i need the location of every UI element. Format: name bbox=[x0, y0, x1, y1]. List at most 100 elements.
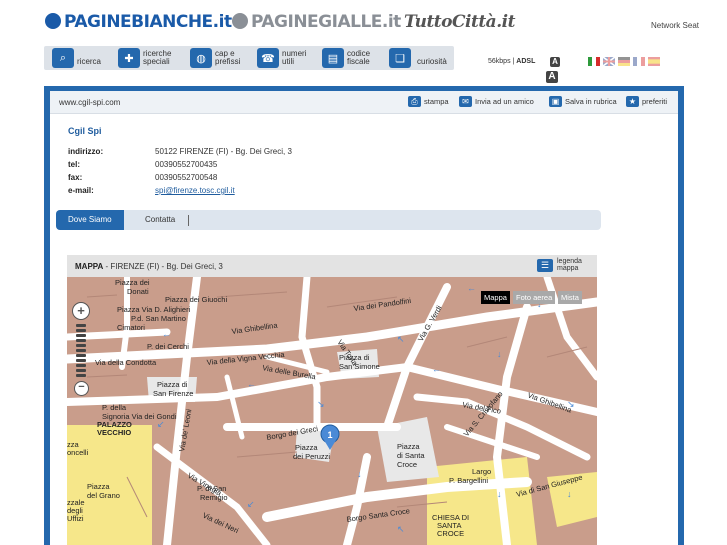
svg-text:↘: ↘ bbox=[317, 399, 325, 409]
map-label-uffizi-2: oncelli bbox=[67, 448, 89, 457]
map-type-foto-aerea[interactable]: Foto aerea bbox=[513, 291, 556, 304]
svg-text:↘: ↘ bbox=[567, 399, 575, 409]
tab-dove-siamo[interactable]: Dove Siamo bbox=[56, 210, 124, 230]
tools-bar: www.cgil-spi.com ⎙ stampa ✉ Invia ad un am… bbox=[50, 91, 678, 114]
website-link[interactable]: www.cgil-spi.com bbox=[59, 98, 120, 107]
map-legend-label: legenda mappa bbox=[557, 258, 582, 272]
language-flags bbox=[588, 57, 660, 66]
svg-text:↓: ↓ bbox=[497, 349, 502, 359]
flag-fr-icon[interactable] bbox=[633, 57, 645, 66]
id-card-icon: ▤ bbox=[322, 48, 344, 68]
svg-text:←: ← bbox=[247, 379, 256, 389]
network-seat-link[interactable]: Network Seat bbox=[651, 21, 699, 30]
street-map[interactable]: Piazza dei Donati Piazza dei Giuochi Pia… bbox=[67, 277, 597, 545]
map-label-peruzzi-2: dei Peruzzi bbox=[293, 452, 330, 461]
zoom-slider[interactable] bbox=[76, 324, 86, 377]
map-label-grano-1: Piazza bbox=[87, 482, 110, 491]
svg-text:←: ← bbox=[432, 364, 441, 374]
map-label-largo-1: Largo bbox=[472, 467, 491, 476]
print-label: stampa bbox=[424, 97, 449, 106]
tuttocitta-logo[interactable]: TuttoCittà.it bbox=[404, 12, 515, 32]
map-label-scroce-3: Croce bbox=[397, 460, 417, 469]
favorites-button[interactable]: ★ preferiti bbox=[626, 96, 667, 107]
paginebianche-logo-text: PAGINEBIANCHE.it bbox=[64, 12, 232, 32]
nav-numeri-utili-label: numeri utili bbox=[282, 49, 307, 66]
svg-text:↓: ↓ bbox=[357, 469, 362, 479]
list-icon: ☰ bbox=[537, 258, 553, 272]
fax-label: fax: bbox=[68, 173, 83, 182]
nav-curiosita[interactable]: ❏ curiosità bbox=[389, 46, 457, 70]
detail-row-fax: fax: 00390552700548 bbox=[68, 173, 488, 185]
map-label-palazzo-2: VECCHIO bbox=[97, 428, 131, 437]
nav-cap-prefissi[interactable]: ◍ cap e prefissi bbox=[190, 46, 249, 70]
book-icon: ❏ bbox=[389, 48, 411, 68]
tel-value: 00390552700435 bbox=[155, 160, 218, 169]
zoom-in-button[interactable]: + bbox=[72, 302, 90, 320]
magnifier-icon: ⌕ bbox=[52, 48, 74, 68]
address-value: 50122 FIRENZE (FI) - Bg. Dei Greci, 3 bbox=[155, 147, 292, 156]
flag-en-icon[interactable] bbox=[603, 57, 615, 66]
nav-numeri-utili[interactable]: ☎ numeri utili bbox=[257, 46, 312, 70]
nav-ricerca-label: ricerca bbox=[77, 57, 102, 66]
map-label-giochi: Piazza dei Giuochi bbox=[165, 295, 227, 304]
flag-es-icon[interactable] bbox=[648, 57, 660, 66]
map-label-scroce-1: Piazza bbox=[397, 442, 420, 451]
main-nav: ⌕ ricerca ✚ ricerche speciali ◍ cap e pr… bbox=[44, 46, 454, 70]
map-type-mista[interactable]: Mista bbox=[558, 291, 582, 304]
flag-it-icon[interactable] bbox=[588, 57, 600, 66]
svg-text:←: ← bbox=[162, 329, 171, 339]
map-marker-label: 1 bbox=[327, 430, 332, 440]
paginebianche-mark-icon bbox=[45, 13, 61, 29]
speed-value[interactable]: 56kbps bbox=[488, 58, 511, 65]
svg-text:↖: ↖ bbox=[397, 524, 405, 534]
tab-contatta[interactable]: Contatta bbox=[133, 210, 187, 230]
font-size-small-button[interactable]: A bbox=[550, 57, 560, 67]
map-title-label: MAPPA bbox=[75, 262, 104, 271]
adsl-option[interactable]: ADSL bbox=[516, 58, 535, 65]
map-legend-button[interactable]: ☰ legenda mappa bbox=[537, 258, 583, 272]
map-header: MAPPA - FIRENZE (FI) - Bg. Dei Greci, 3 … bbox=[67, 255, 597, 277]
puzzle-icon: ✚ bbox=[118, 48, 140, 68]
font-size-large-button[interactable]: A bbox=[546, 71, 558, 83]
send-friend-label: Invia ad un amico bbox=[475, 97, 534, 106]
nav-ricerche-speciali[interactable]: ✚ ricerche speciali bbox=[118, 46, 181, 70]
map-label-donati: Donati bbox=[127, 287, 149, 296]
paginebianche-logo[interactable]: PAGINEBIANCHE.it bbox=[45, 12, 232, 32]
map-label-condotta: Via della Condotta bbox=[95, 358, 157, 367]
map-type-mappa[interactable]: Mappa bbox=[481, 291, 510, 304]
star-icon: ★ bbox=[626, 96, 639, 107]
print-button[interactable]: ⎙ stampa bbox=[408, 96, 449, 107]
email-link[interactable]: spi@firenze.tosc.cgil.it bbox=[155, 186, 455, 195]
nav-ricerca[interactable]: ⌕ ricerca bbox=[52, 46, 107, 70]
nav-codice-fiscale[interactable]: ▤ codice fiscale bbox=[322, 46, 377, 70]
map-label-chiesa-3: CROCE bbox=[437, 529, 464, 538]
globe-icon: ◍ bbox=[190, 48, 212, 68]
map-label-san-martino: P.d. San Martino bbox=[131, 314, 186, 323]
address-label: indirizzo: bbox=[68, 147, 104, 156]
tabs-bar: Dove Siamo Contatta bbox=[56, 210, 601, 230]
nav-cap-prefissi-label: cap e prefissi bbox=[215, 49, 241, 66]
map-label-uffizi-5: Uffizi bbox=[67, 514, 84, 523]
map-label-remigio-2: Remigio bbox=[200, 493, 228, 502]
map-label-cimatori: Cimatori bbox=[117, 323, 145, 332]
top-bar: PAGINEBIANCHE.it PAGINEGIALLE.it TuttoCi… bbox=[0, 0, 727, 44]
paginegialle-logo[interactable]: PAGINEGIALLE.it bbox=[232, 12, 401, 32]
send-friend-button[interactable]: ✉ Invia ad un amico bbox=[459, 96, 534, 107]
flag-de-icon[interactable] bbox=[618, 57, 630, 66]
nav-codice-fiscale-label: codice fiscale bbox=[347, 49, 371, 66]
zoom-out-button[interactable]: − bbox=[74, 381, 89, 396]
paginegialle-mark-icon bbox=[232, 13, 248, 29]
map-title: MAPPA - FIRENZE (FI) - Bg. Dei Greci, 3 bbox=[75, 262, 223, 271]
map-label-remigio-1: P. di San bbox=[197, 484, 226, 493]
map-label-peruzzi-1: Piazza bbox=[295, 443, 318, 452]
zoom-control: + − bbox=[72, 302, 90, 396]
save-contacts-button[interactable]: ▣ Salva in rubrica bbox=[549, 96, 617, 107]
nav-curiosita-label: curiosità bbox=[417, 57, 447, 66]
svg-text:↙: ↙ bbox=[157, 419, 165, 429]
svg-text:↓: ↓ bbox=[567, 489, 572, 499]
detail-row-email: e-mail: spi@firenze.tosc.cgil.it bbox=[68, 186, 488, 198]
svg-text:←: ← bbox=[467, 283, 476, 293]
svg-text:↖: ↖ bbox=[397, 334, 405, 344]
detail-row-tel: tel: 00390552700435 bbox=[68, 160, 488, 172]
map-label-firenze-1: Piazza di bbox=[157, 380, 188, 389]
